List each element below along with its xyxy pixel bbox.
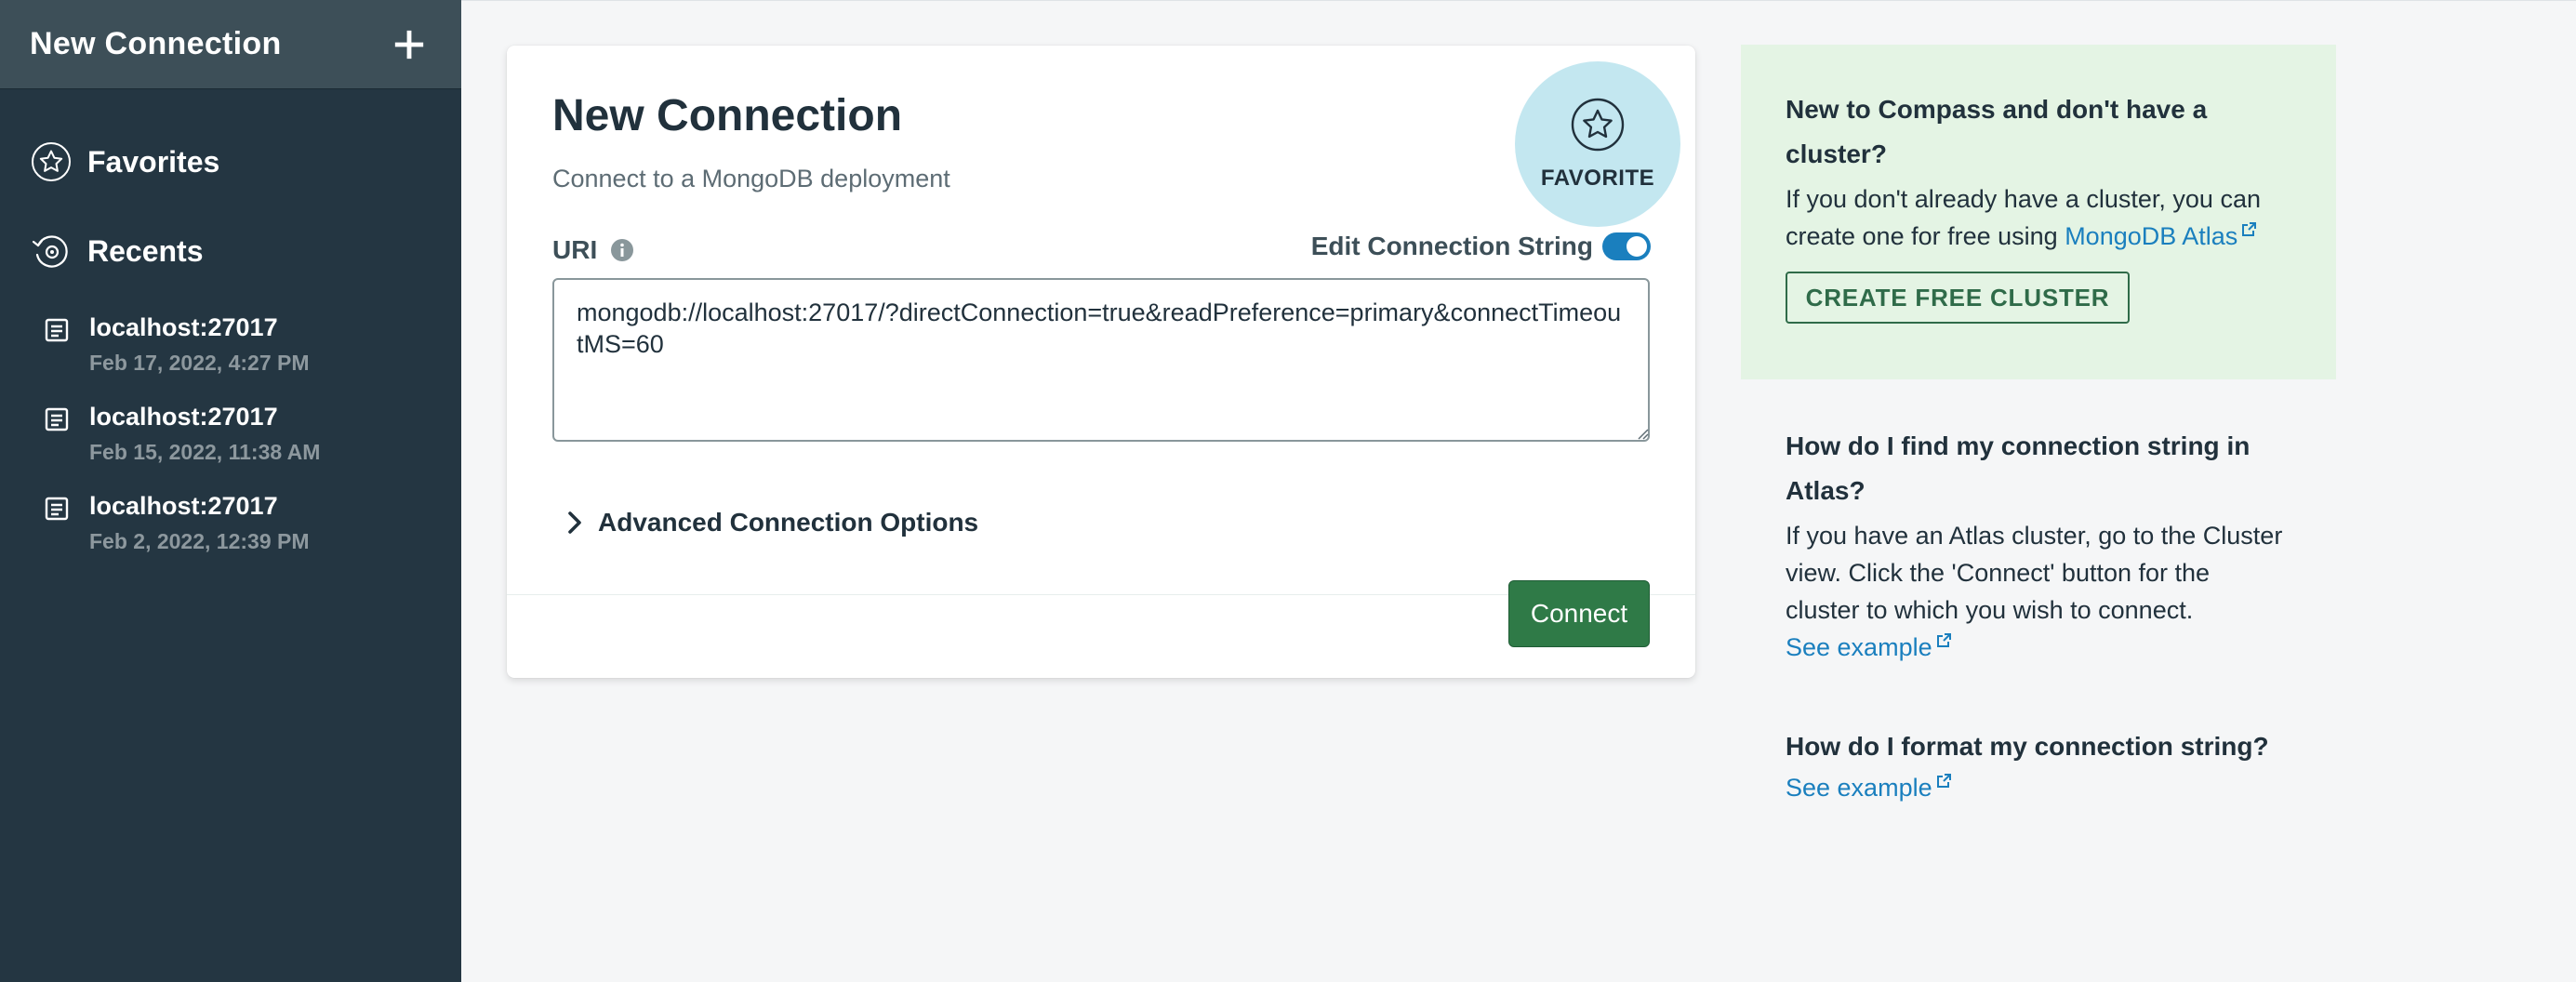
connection-icon — [45, 394, 73, 484]
connect-button[interactable]: Connect — [1508, 580, 1650, 647]
new-to-compass-section: New to Compass and don't have a cluster?… — [1786, 87, 2288, 324]
external-link-icon — [1936, 633, 1951, 647]
help-heading: How do I find my connection string in At… — [1786, 431, 2251, 505]
uri-input[interactable]: mongodb://localhost:27017/?directConnect… — [552, 278, 1650, 442]
help-heading: How do I format my connection string? — [1786, 732, 2269, 761]
connection-icon — [45, 484, 73, 573]
sidebar-header[interactable]: New Connection — [0, 0, 461, 89]
uri-label-text: URI — [552, 235, 598, 264]
uri-label: URI — [552, 235, 634, 265]
top-border — [461, 0, 2576, 1]
page-title: New Connection — [552, 91, 903, 140]
help-heading: New to Compass and don't have a cluster? — [1786, 95, 2208, 168]
star-icon — [1571, 98, 1625, 152]
see-example-link[interactable]: See example — [1786, 633, 1932, 661]
recent-host: localhost:27017 — [89, 492, 278, 520]
recents-list: localhost:27017 Feb 17, 2022, 4:27 PM lo… — [0, 305, 461, 573]
recent-date: Feb 17, 2022, 4:27 PM — [89, 351, 310, 375]
create-free-cluster-button[interactable]: CREATE FREE CLUSTER — [1786, 272, 2130, 324]
help-text: If you don't already have a cluster, you… — [1786, 180, 2288, 255]
external-link-icon — [1936, 774, 1951, 788]
sidebar-favorites[interactable]: Favorites — [0, 134, 461, 190]
history-icon — [30, 230, 73, 272]
see-example-link[interactable]: See example — [1786, 774, 1932, 802]
star-icon — [30, 140, 73, 183]
favorite-button[interactable]: FAVORITE — [1515, 61, 1680, 227]
recent-date: Feb 15, 2022, 11:38 AM — [89, 440, 321, 464]
info-icon[interactable] — [610, 238, 634, 262]
edit-connection-string-row: Edit Connection String — [1311, 232, 1651, 261]
mongodb-atlas-link[interactable]: MongoDB Atlas — [2065, 222, 2237, 250]
external-link-icon — [2242, 222, 2257, 236]
page-subtitle: Connect to a MongoDB deployment — [552, 165, 950, 192]
format-connection-string-section: How do I format my connection string? Se… — [1786, 724, 2288, 806]
chevron-right-icon — [568, 511, 581, 534]
new-connection-button[interactable] — [389, 24, 430, 65]
recent-connection-item[interactable]: localhost:27017 Feb 17, 2022, 4:27 PM — [0, 305, 461, 394]
favorite-label: FAVORITE — [1540, 166, 1655, 191]
edit-connection-string-toggle[interactable] — [1602, 232, 1651, 260]
sidebar: New Connection Favorites Recents localho… — [0, 0, 461, 982]
find-connection-string-section: How do I find my connection string in At… — [1786, 424, 2288, 666]
recent-host: localhost:27017 — [89, 313, 278, 341]
recents-label: Recents — [87, 233, 204, 268]
sidebar-title[interactable]: New Connection — [30, 26, 282, 62]
see-example-row: See example — [1786, 769, 2288, 806]
advanced-options-toggle[interactable]: Advanced Connection Options — [564, 508, 978, 537]
recent-host: localhost:27017 — [89, 403, 278, 431]
connection-form-card: New Connection Connect to a MongoDB depl… — [507, 46, 1695, 678]
sidebar-recents[interactable]: Recents — [0, 223, 461, 279]
edit-connection-string-label: Edit Connection String — [1310, 232, 1593, 260]
help-text: If you have an Atlas cluster, go to the … — [1786, 522, 2283, 624]
connection-icon — [45, 305, 73, 394]
recent-connection-item[interactable]: localhost:27017 Feb 2, 2022, 12:39 PM — [0, 484, 461, 573]
plus-icon — [394, 30, 424, 59]
recent-date: Feb 2, 2022, 12:39 PM — [89, 529, 310, 553]
see-example-row: See example — [1786, 629, 2288, 666]
favorites-label: Favorites — [87, 144, 220, 179]
recent-connection-item[interactable]: localhost:27017 Feb 15, 2022, 11:38 AM — [0, 394, 461, 484]
advanced-options-label: Advanced Connection Options — [598, 508, 979, 537]
resize-handle-icon[interactable] — [1634, 425, 1649, 440]
